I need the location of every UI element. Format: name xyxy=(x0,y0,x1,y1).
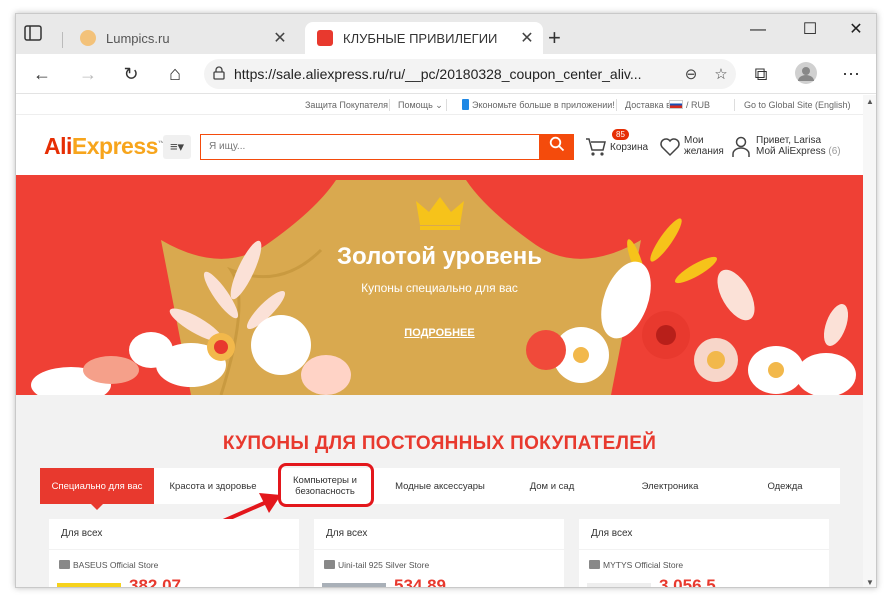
cart-label[interactable]: Корзина xyxy=(610,142,648,153)
coupon-card[interactable]: Для всех Uini-tail 925 Silver Store 534.… xyxy=(314,519,564,588)
user-icon[interactable] xyxy=(732,136,750,164)
tab-electronics[interactable]: Электроника xyxy=(625,468,715,504)
new-tab-button[interactable]: + xyxy=(548,27,561,49)
url-text[interactable]: https://sale.aliexpress.ru/ru/__pc/20180… xyxy=(234,66,676,82)
coupon-audience: Для всех xyxy=(314,519,564,549)
banner-more-link[interactable]: ПОДРОБНЕЕ xyxy=(16,327,863,339)
menu-icon[interactable]: ⋯ xyxy=(839,62,863,86)
tab-separator xyxy=(62,32,63,48)
site-header: AliExpress™ ≡▾ Я ищу... 85 Корзина Мои же… xyxy=(16,115,876,175)
store-icon xyxy=(324,560,335,569)
tab-actions-icon[interactable] xyxy=(24,25,46,43)
wishlist-label[interactable]: Мои желания xyxy=(684,135,724,157)
tab-lumpics[interactable]: Lumpics.ru ✕ xyxy=(68,22,296,54)
my-aliexpress-link: Мой AliExpress xyxy=(756,146,826,157)
web-page: Защита Покупателя Помощь ⌄ Экономьте бол… xyxy=(16,95,876,588)
top-utility-bar: Защита Покупателя Помощь ⌄ Экономьте бол… xyxy=(16,95,876,115)
collections-icon[interactable]: ⧉ xyxy=(749,62,773,86)
product-thumbnail xyxy=(587,583,651,587)
browser-window: Lumpics.ru ✕ КЛУБНЫЕ ПРИВИЛЕГИИ ✕ + — ☐ … xyxy=(15,13,877,588)
store-icon xyxy=(59,560,70,569)
app-promo-link[interactable]: Экономьте больше в приложении! xyxy=(472,100,615,110)
store-name[interactable]: Uini-tail 925 Silver Store xyxy=(324,560,429,570)
store-icon xyxy=(589,560,600,569)
account-menu[interactable]: Привет, Larisa Мой AliExpress (6) xyxy=(756,135,841,157)
coupon-price: 382.07 ... xyxy=(129,576,200,588)
tab-clothing[interactable]: Одежда xyxy=(750,468,820,504)
help-link[interactable]: Помощь ⌄ xyxy=(398,100,443,111)
gold-level-banner[interactable]: Золотой уровень Купоны специально для ва… xyxy=(16,175,863,395)
tab-home-garden[interactable]: Дом и сад xyxy=(512,468,592,504)
delivery-label[interactable]: Доставка в xyxy=(625,100,671,110)
account-count: (6) xyxy=(828,146,841,157)
global-site-link[interactable]: Go to Global Site (English) xyxy=(744,100,851,110)
coupon-audience: Для всех xyxy=(49,519,299,549)
coupon-card[interactable]: Для всех MYTYS Official Store 3 056.5... xyxy=(579,519,829,588)
tab-title: КЛУБНЫЕ ПРИВИЛЕГИИ xyxy=(343,30,498,46)
scroll-up-icon[interactable]: ▲ xyxy=(866,97,874,106)
address-bar[interactable]: https://sale.aliexpress.ru/ru/__pc/20180… xyxy=(204,59,736,89)
forward-button[interactable]: → xyxy=(76,62,100,86)
close-tab-icon[interactable]: ✕ xyxy=(270,28,290,48)
banner-subtitle: Купоны специально для вас xyxy=(361,281,518,295)
refresh-button[interactable]: ↻ xyxy=(119,62,143,86)
currency-label[interactable]: / RUB xyxy=(686,100,710,110)
lock-icon[interactable] xyxy=(204,65,234,83)
close-tab-icon[interactable]: ✕ xyxy=(517,28,537,48)
lumpics-favicon-icon xyxy=(80,30,96,46)
section-title: КУПОНЫ ДЛЯ ПОСТОЯННЫХ ПОКУПАТЕЛЕЙ xyxy=(222,433,657,454)
tab-special-for-you[interactable]: Специально для вас xyxy=(40,468,154,510)
product-thumbnail xyxy=(322,583,386,587)
aliexpress-logo[interactable]: AliExpress™ xyxy=(44,133,165,160)
categories-menu-button[interactable]: ≡▾ xyxy=(163,135,191,159)
back-button[interactable]: ← xyxy=(30,62,54,86)
maximize-button[interactable]: ☐ xyxy=(790,18,830,42)
highlight-annotation xyxy=(278,463,374,507)
zoom-icon[interactable]: ⊖ xyxy=(676,65,706,83)
profile-avatar[interactable] xyxy=(794,62,818,86)
buyer-protection-link[interactable]: Защита Покупателя xyxy=(305,100,388,110)
cart-count-badge: 85 xyxy=(612,129,629,140)
coupon-price: 534.89 ... xyxy=(394,576,465,588)
product-thumbnail xyxy=(57,583,121,587)
tab-club-privileges[interactable]: КЛУБНЫЕ ПРИВИЛЕГИИ ✕ xyxy=(305,22,543,54)
address-bar-row: ← → ↻ ⌂ https://sale.aliexpress.ru/ru/__… xyxy=(16,54,876,94)
coupon-price: 3 056.5... xyxy=(659,576,730,588)
tab-strip: Lumpics.ru ✕ КЛУБНЫЕ ПРИВИЛЕГИИ ✕ + — ☐ … xyxy=(16,14,876,54)
tab-title: Lumpics.ru xyxy=(106,30,170,46)
favorite-icon[interactable]: ☆ xyxy=(706,65,736,83)
store-name[interactable]: BASEUS Official Store xyxy=(59,560,158,570)
category-tabs: Специально для вас Красота и здоровье Ко… xyxy=(40,468,840,510)
russia-flag-icon xyxy=(669,100,683,109)
store-name[interactable]: MYTYS Official Store xyxy=(589,560,683,570)
cart-icon[interactable] xyxy=(585,137,607,163)
heart-icon[interactable] xyxy=(659,137,681,163)
phone-icon xyxy=(462,99,469,110)
aliexpress-favicon-icon xyxy=(317,30,333,46)
coupon-audience: Для всех xyxy=(579,519,829,549)
page-scrollbar[interactable]: ▲ ▼ xyxy=(863,95,876,587)
close-window-button[interactable]: ✕ xyxy=(836,18,876,42)
tab-fashion-accessories[interactable]: Модные аксессуары xyxy=(385,468,495,504)
search-input[interactable]: Я ищу... xyxy=(200,134,540,160)
home-button[interactable]: ⌂ xyxy=(163,62,187,86)
banner-title: Золотой уровень xyxy=(337,243,542,270)
account-greeting: Привет, Larisa xyxy=(756,135,822,146)
minimize-button[interactable]: — xyxy=(738,18,778,42)
coupon-card[interactable]: Для всех BASEUS Official Store 382.07 ..… xyxy=(49,519,299,588)
search-button[interactable] xyxy=(539,134,574,160)
scroll-down-icon[interactable]: ▼ xyxy=(866,578,874,587)
